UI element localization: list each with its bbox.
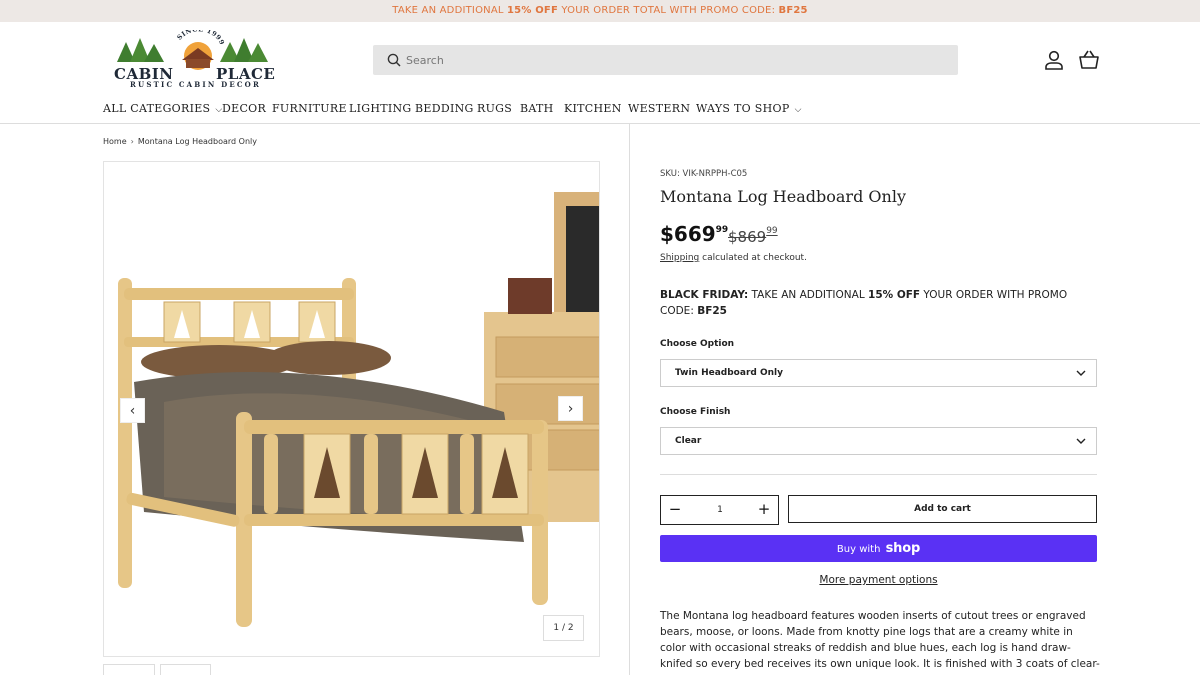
finish-select[interactable]: Clear [660, 427, 1097, 455]
promo-message: BLACK FRIDAY: TAKE AN ADDITIONAL 15% OFF… [660, 289, 1068, 317]
option-selected-value: Twin Headboard Only [675, 368, 783, 378]
chevron-right-icon: › [567, 401, 574, 417]
gallery-next-button[interactable]: › [558, 396, 583, 421]
nav-ways-to-shop[interactable]: WAYS TO SHOP ⌵ [696, 102, 802, 115]
chevron-down-icon [1076, 370, 1086, 376]
site-logo[interactable]: SINCE 1999 CABIN PLACE RUSTIC CABIN DECO… [112, 30, 282, 90]
more-payment-options-link[interactable]: More payment options [660, 574, 1097, 586]
cart-icon[interactable] [1078, 49, 1100, 71]
options-divider [660, 474, 1097, 475]
logo-trees-icon: SINCE 1999 [117, 30, 268, 70]
column-divider [629, 124, 630, 675]
shipping-link[interactable]: Shipping [660, 253, 699, 263]
finish-selected-value: Clear [675, 436, 702, 446]
nav-bath[interactable]: BATH [520, 102, 554, 115]
announcement-prefix: TAKE AN ADDITIONAL [392, 5, 508, 16]
breadcrumb-current: Montana Log Headboard Only [137, 137, 257, 146]
chevron-left-icon: ‹ [129, 403, 136, 419]
nav-rugs[interactable]: RUGS [477, 102, 512, 115]
chevron-down-icon [1076, 438, 1086, 444]
quantity-decrease-button[interactable]: − [663, 496, 687, 524]
quantity-increase-button[interactable]: + [752, 496, 776, 524]
breadcrumb: Home › Montana Log Headboard Only [103, 137, 257, 146]
option-select[interactable]: Twin Headboard Only [660, 359, 1097, 387]
announcement-highlight: 15% OFF [507, 5, 558, 16]
product-gallery: ‹ › [103, 161, 600, 657]
chevron-down-icon: ⌵ [794, 105, 802, 115]
breadcrumb-home[interactable]: Home [103, 137, 127, 146]
gallery-thumbnail[interactable] [160, 664, 211, 675]
add-to-cart-button[interactable]: Add to cart [788, 495, 1097, 523]
nav-decor[interactable]: DECOR [222, 102, 266, 115]
chevron-right-icon: › [130, 137, 134, 146]
product-sku: SKU: VIK-NRPPH-C05 [660, 169, 748, 179]
product-image [118, 192, 599, 627]
shop-pay-button[interactable]: Buy with shop [660, 535, 1097, 562]
search-icon [387, 53, 401, 67]
search-bar[interactable] [373, 45, 958, 75]
header-divider [0, 123, 1200, 124]
announcement-bar: TAKE AN ADDITIONAL 15% OFF YOUR ORDER TO… [0, 0, 1200, 22]
shop-pay-logo: shop [885, 541, 921, 556]
quantity-stepper: − + [660, 495, 779, 525]
shipping-note: Shipping calculated at checkout. [660, 253, 807, 263]
nav-kitchen[interactable]: KITCHEN [564, 102, 622, 115]
finish-label: Choose Finish [660, 407, 731, 417]
nav-all-categories[interactable]: ALL CATEGORIES ⌵ [103, 102, 223, 115]
announcement-code: BF25 [778, 5, 808, 16]
nav-bedding[interactable]: BEDDING [415, 102, 474, 115]
nav-furniture[interactable]: FURNITURE [272, 102, 347, 115]
plus-icon: + [757, 500, 771, 518]
product-title: Montana Log Headboard Only [660, 187, 906, 206]
gallery-thumbnail[interactable] [103, 664, 155, 675]
logo-tagline: RUSTIC CABIN DECOR [130, 80, 261, 89]
minus-icon: − [668, 500, 682, 518]
account-icon[interactable] [1043, 49, 1065, 71]
gallery-prev-button[interactable]: ‹ [120, 398, 145, 423]
announcement-middle: YOUR ORDER TOTAL WITH PROMO CODE: [558, 5, 779, 16]
quantity-input[interactable] [693, 500, 747, 520]
product-price: $66999 [660, 222, 729, 246]
nav-lighting[interactable]: LIGHTING [349, 102, 412, 115]
gallery-counter: 1 / 2 [543, 615, 584, 641]
product-description: The Montana log headboard features woode… [660, 610, 1100, 675]
search-input[interactable] [406, 45, 946, 75]
nav-western[interactable]: WESTERN [628, 102, 690, 115]
compare-at-price: $86999 [728, 226, 778, 246]
option-label: Choose Option [660, 339, 735, 349]
